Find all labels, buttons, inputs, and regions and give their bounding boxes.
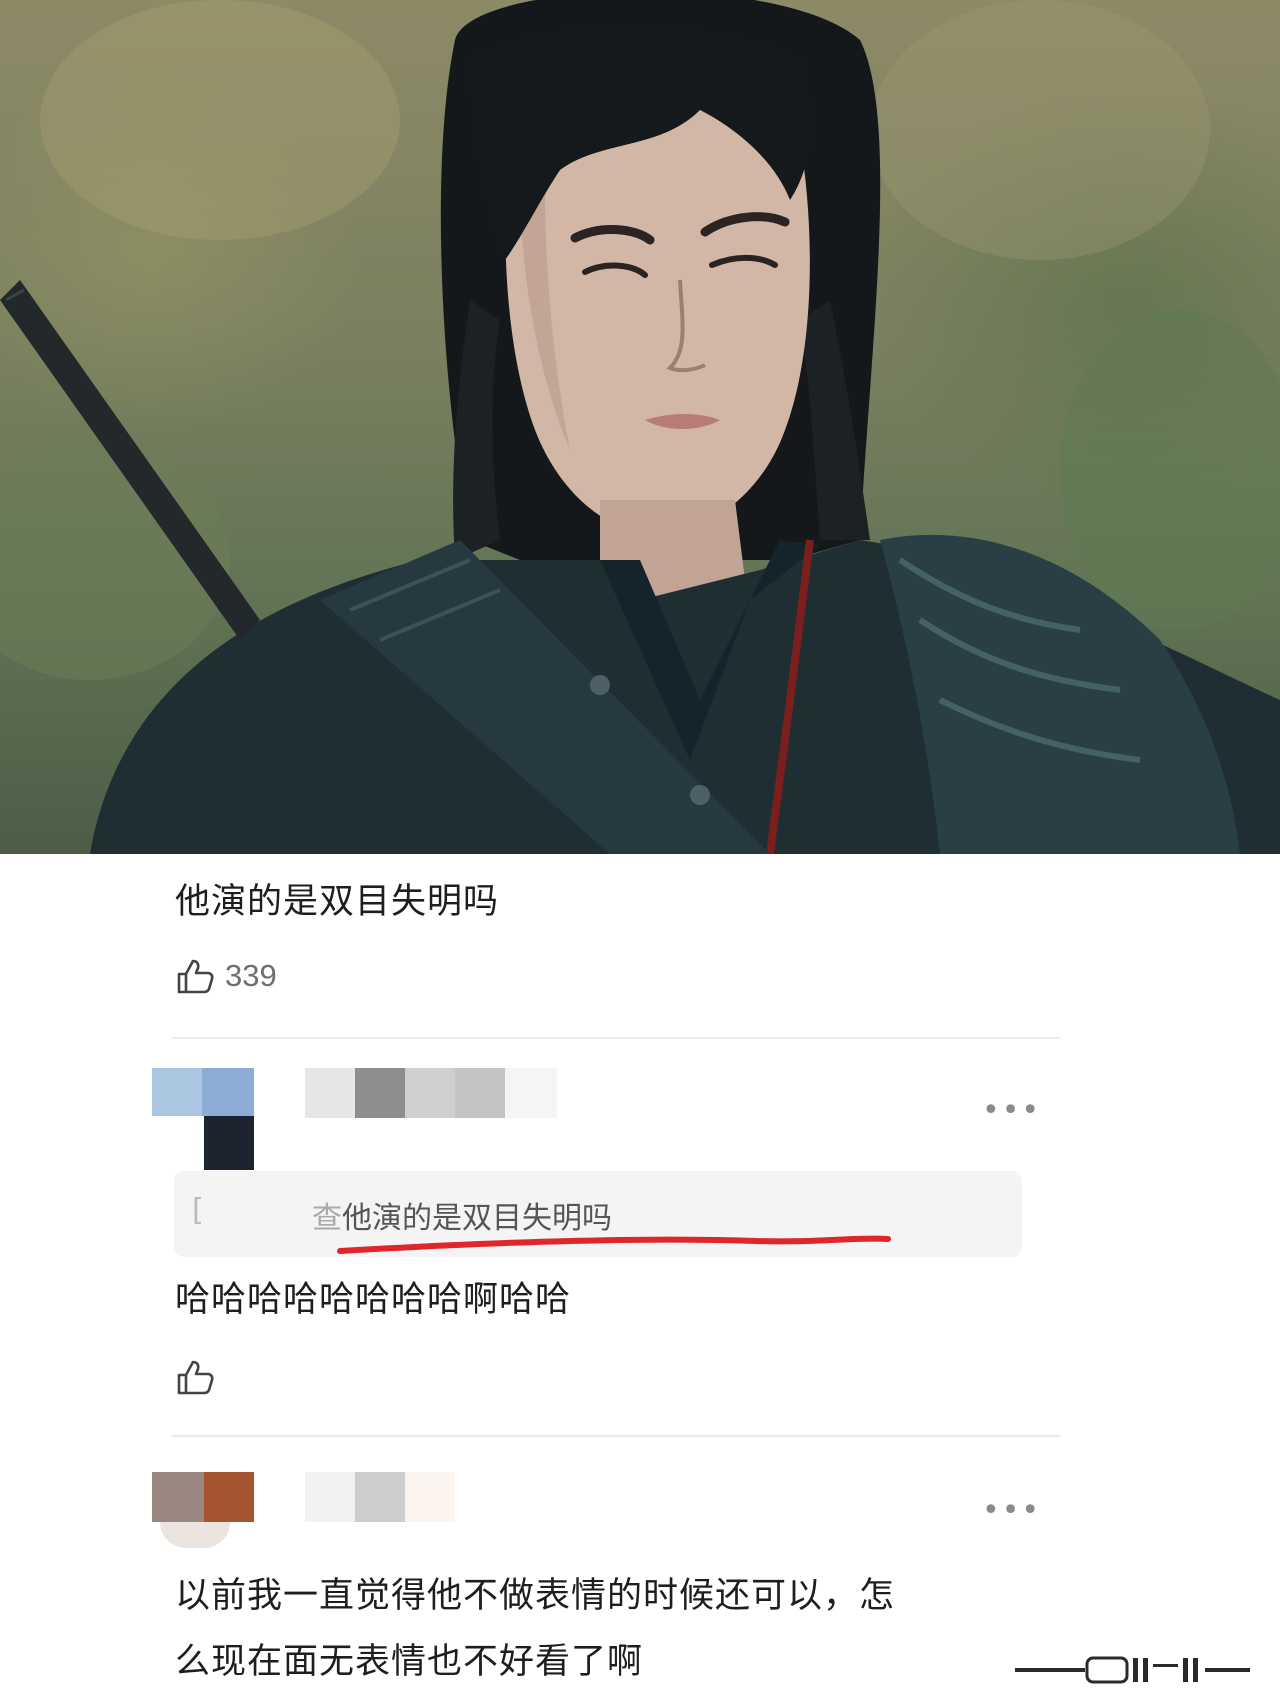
quoted-username-fragment: [ xyxy=(192,1193,204,1228)
more-options-button[interactable]: ••• xyxy=(982,1096,1041,1126)
thumbs-up-icon xyxy=(177,959,214,994)
username-redacted[interactable] xyxy=(305,1068,557,1118)
comment-2-like-button[interactable] xyxy=(175,1357,215,1397)
watermark-logo xyxy=(1015,1656,1250,1684)
comment-2-text: 哈哈哈哈哈哈哈哈啊哈哈 xyxy=(175,1280,572,1320)
comment-1-like-count: 339 xyxy=(225,958,277,993)
comment-3-text-line-2: 么现在面无表情也不好看了啊 xyxy=(175,1642,644,1682)
comment-3-text-line-1: 以前我一直觉得他不做表情的时候还可以，怎 xyxy=(175,1576,896,1616)
divider xyxy=(172,1435,1060,1437)
divider xyxy=(172,1037,1060,1039)
drama-still-photo xyxy=(0,0,1280,854)
avatar[interactable] xyxy=(152,1472,254,1550)
photo-drawing xyxy=(0,0,1280,854)
comment-1-like-button[interactable]: 339 xyxy=(175,956,277,996)
more-options-button[interactable]: ••• xyxy=(982,1496,1041,1526)
thumbs-up-icon xyxy=(177,1360,214,1395)
comment-1-text: 他演的是双目失明吗 xyxy=(175,882,500,922)
avatar[interactable] xyxy=(152,1068,254,1170)
red-underline-annotation xyxy=(337,1235,891,1254)
quoted-comment-box[interactable]: [ 查 他演的是双目失明吗 xyxy=(174,1171,1022,1257)
username-redacted[interactable] xyxy=(305,1472,455,1522)
